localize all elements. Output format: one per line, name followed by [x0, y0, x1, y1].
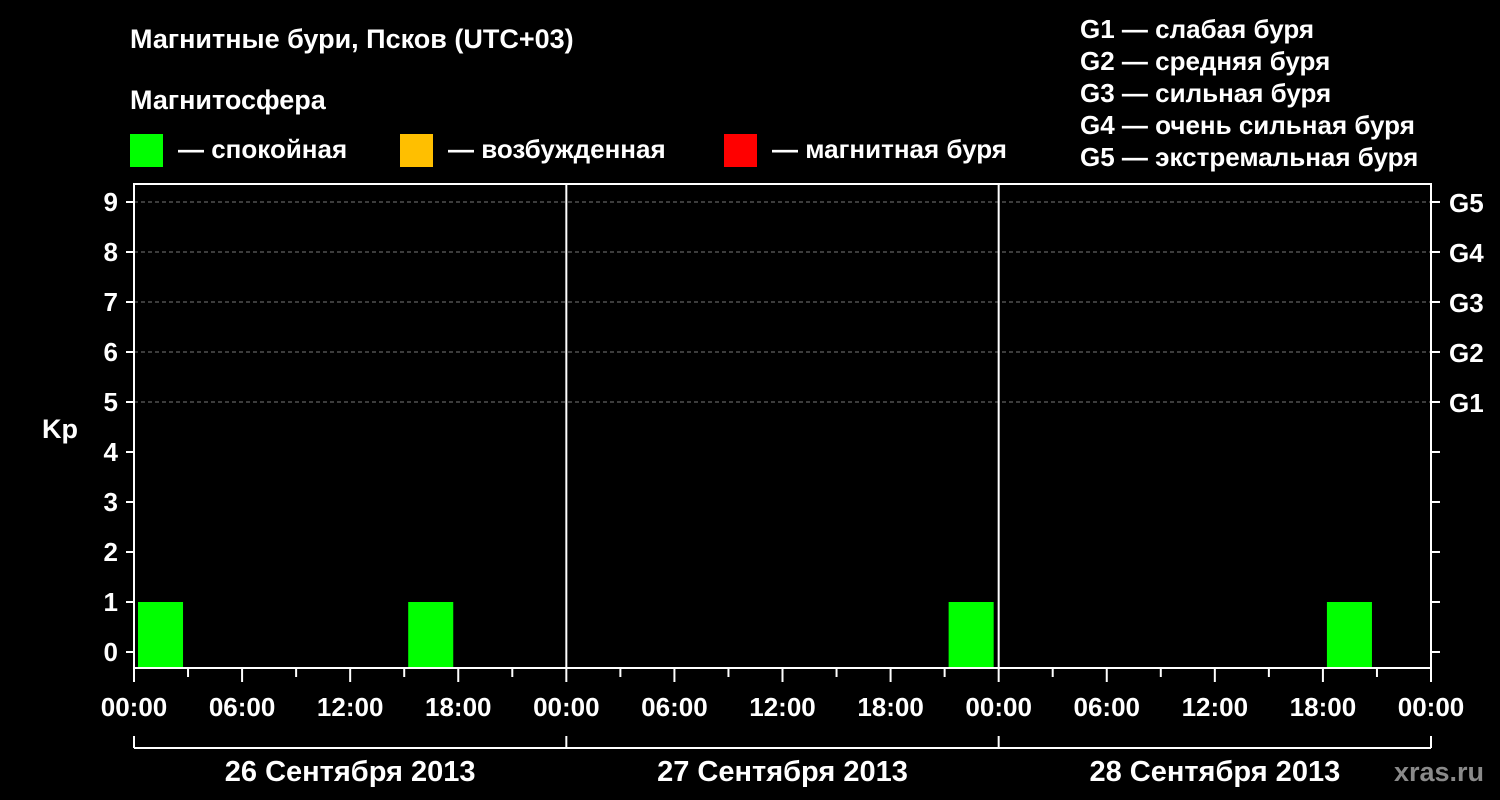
- storm-scale-4: G4 — очень сильная буря: [1080, 110, 1415, 140]
- xtick-label-2: 12:00: [317, 692, 384, 722]
- chart-title: Магнитные бури, Псков (UTC+03): [130, 24, 574, 54]
- legend-swatch-1: [400, 134, 433, 167]
- right-axis-label-g5: G5: [1449, 188, 1484, 218]
- ytick-label-9: 9: [104, 187, 118, 217]
- kp-bar-3: [1326, 602, 1372, 668]
- right-axis-label-g4: G4: [1449, 238, 1484, 268]
- ytick-label-6: 6: [104, 337, 118, 367]
- ytick-label-3: 3: [104, 487, 118, 517]
- day-label-0: 26 Сентября 2013: [225, 756, 476, 788]
- right-axis-label-g3: G3: [1449, 288, 1484, 318]
- day-label-2: 28 Сентября 2013: [1089, 756, 1340, 788]
- day-label-1: 27 Сентября 2013: [657, 756, 908, 788]
- kp-bar-1: [408, 602, 454, 668]
- xtick-label-1: 06:00: [209, 692, 276, 722]
- legend-label-0: — спокойная: [178, 134, 347, 164]
- xtick-label-9: 06:00: [1074, 692, 1141, 722]
- ytick-label-8: 8: [104, 237, 118, 267]
- ytick-label-7: 7: [104, 287, 118, 317]
- xtick-label-6: 12:00: [749, 692, 816, 722]
- ytick-label-1: 1: [104, 587, 118, 617]
- right-axis-label-g1: G1: [1449, 388, 1484, 418]
- storm-scale-1: G1 — слабая буря: [1080, 14, 1314, 44]
- xtick-label-12: 00:00: [1398, 692, 1465, 722]
- xtick-label-8: 00:00: [965, 692, 1032, 722]
- kp-bar-2: [948, 602, 994, 668]
- right-axis-label-g2: G2: [1449, 338, 1484, 368]
- storm-scale-3: G3 — сильная буря: [1080, 78, 1331, 108]
- y-axis-label: Kp: [42, 414, 78, 444]
- storm-scale-5: G5 — экстремальная буря: [1080, 142, 1418, 172]
- kp-bar-0: [138, 602, 184, 668]
- xtick-label-7: 18:00: [857, 692, 924, 722]
- xtick-label-10: 12:00: [1182, 692, 1249, 722]
- kp-chart: Магнитные бури, Псков (UTC+03) Магнитосфе…: [42, 14, 1484, 788]
- legend-label-2: — магнитная буря: [772, 134, 1007, 164]
- ytick-label-5: 5: [104, 387, 118, 417]
- xtick-label-4: 00:00: [533, 692, 600, 722]
- legend-swatch-2: [724, 134, 757, 167]
- xtick-label-11: 18:00: [1290, 692, 1357, 722]
- xtick-label-5: 06:00: [641, 692, 708, 722]
- legend-label-1: — возбужденная: [448, 134, 666, 164]
- ytick-label-2: 2: [104, 537, 118, 567]
- storm-scale-2: G2 — средняя буря: [1080, 46, 1330, 76]
- xtick-label-0: 00:00: [101, 692, 168, 722]
- xtick-label-3: 18:00: [425, 692, 492, 722]
- watermark: xras.ru: [1394, 757, 1484, 787]
- plot-frame: [133, 183, 1432, 669]
- ytick-label-0: 0: [104, 637, 118, 667]
- chart-subtitle: Магнитосфера: [130, 85, 327, 115]
- ytick-label-4: 4: [104, 437, 119, 467]
- legend-swatch-0: [130, 134, 163, 167]
